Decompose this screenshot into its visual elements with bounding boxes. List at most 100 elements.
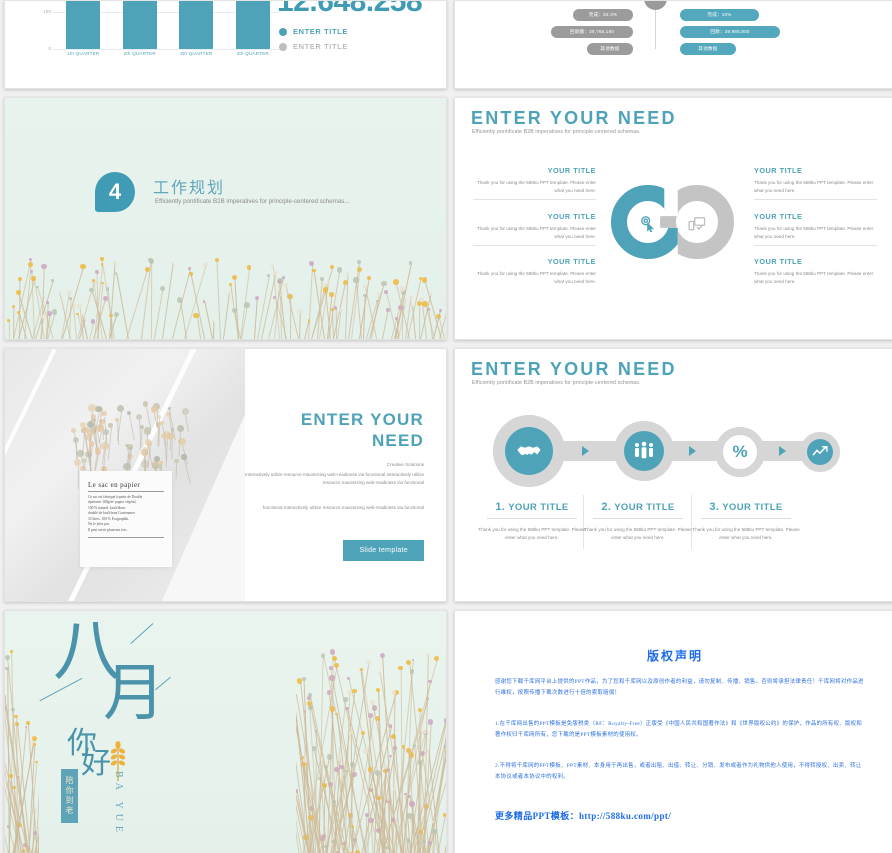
arrow-right-icon (582, 446, 589, 456)
feature-title: YOUR TITLE (547, 166, 596, 175)
column-number: 3. (709, 501, 720, 513)
slide-title: ENTER YOUR NEED (471, 108, 677, 128)
feature-title: YOUR TITLE (754, 212, 803, 221)
bag-line: Il peut servir plusieurs fois. (88, 527, 128, 532)
chart-bar (235, 1, 270, 49)
chart-bar (179, 1, 214, 49)
slide-thumbnail-gallery: 300 200 100 0 1th QUARTER 2th QUARTER 3t… (0, 0, 892, 853)
column-desc: Thank you for using the 588ku PPT templa… (692, 527, 800, 540)
flower-photo-strip (5, 257, 446, 339)
slide-thumbnail-section-cover[interactable]: 4 工作规划 Efficiently pontificate B2B imper… (4, 97, 447, 340)
chart-y-axis: 300 200 100 0 (31, 1, 53, 51)
feature-title: YOUR TITLE (547, 212, 596, 221)
slide-subtitle: Efficiently pontificate B2B imperatives … (472, 380, 641, 386)
paper-bag: Le sac en papier Ce sac est fabriqué à p… (80, 471, 172, 567)
arrow-right-icon (779, 446, 786, 456)
feature-block: YOUR TITLE Thank you for using the 588ku… (754, 212, 877, 247)
feature-desc: Thank you for using the 588ku PPT templa… (476, 180, 596, 193)
legend-label: ENTER TITLE (293, 27, 348, 36)
title-line-1: ENTER YOUR (300, 410, 424, 429)
chart-bar (66, 1, 101, 49)
legend-item[interactable]: ENTER TITLE (279, 42, 348, 51)
slide-thumbnail-chain-process[interactable]: ENTER YOUR NEED Efficiently pontificate … (454, 348, 892, 602)
pill-left[interactable]: 回款额：39,765,180 (551, 26, 633, 38)
feature-desc: Thank you for using the 588ku PPT templa… (476, 226, 596, 239)
section-number-badge: 4 (95, 172, 135, 212)
section-subtitle: Efficiently pontificate B2B imperatives … (155, 198, 350, 205)
chart-legend: ENTER TITLE ENTER TITLE (279, 27, 348, 57)
feature-desc: Thank you for using the 588ku PPT templa… (754, 271, 874, 284)
column-number: 2. (601, 501, 612, 513)
product-photo: Le sac en papier Ce sac est fabriqué à p… (5, 349, 245, 601)
pill-right[interactable] (680, 0, 796, 1)
devices-check-icon (682, 208, 712, 238)
slide-thumbnail-rings[interactable]: ENTER YOUR NEED Efficiently pontificate … (454, 97, 892, 340)
pill-right[interactable]: 完成：10% (680, 9, 759, 21)
char-yue: 月 (103, 660, 166, 728)
vertical-text: 陪你到老 (65, 776, 74, 816)
handshake-icon (505, 427, 553, 475)
feature-title: YOUR TITLE (547, 257, 596, 266)
body-text-2: functional Interactively utilize resourc… (262, 505, 424, 510)
section-title: 工作规划 (153, 180, 226, 197)
copyright-paragraph: 1.在千库网出售的PPT模板是免版税类（RF：Royalty-Free）正版受《… (495, 721, 863, 739)
legend-item[interactable]: ENTER TITLE (279, 27, 348, 36)
column-title: YOUR TITLE (508, 502, 569, 513)
wheat-icon (110, 741, 126, 781)
trend-chart-icon (807, 439, 833, 465)
body-text-1: Interactively utilize resource maximizin… (245, 472, 424, 485)
pill-left[interactable] (517, 0, 633, 1)
slide-thumbnail-copyright[interactable]: 版权声明 感谢您下载千库网平台上提供的PPT作品，为了您和千库网以及原创作者的利… (454, 610, 892, 853)
feature-desc: Thank you for using the 588ku PPT templa… (754, 226, 874, 239)
x-tick-label: 4th QUARTER (236, 51, 269, 56)
more-templates-link[interactable]: 更多精品PPT模板：http://588ku.com/ppt/ (495, 809, 671, 822)
section-number: 4 (108, 179, 122, 204)
feature-block: YOUR TITLE Thank you for using the 588ku… (754, 166, 877, 201)
legend-dot-icon (279, 42, 287, 51)
vertical-text-box: 陪你到老 (61, 769, 78, 823)
flower-edge-left (5, 611, 39, 853)
process-column: 3. YOUR TITLE Thank you for using the 58… (691, 501, 801, 542)
slide-thumbnail-timeline[interactable]: 完成：93.3% 回款额：39,765,180 其他数据 完成：10% 回款：3… (454, 0, 892, 89)
caption-text: Creative Solutions (386, 462, 424, 467)
feature-block: YOUR TITLE Thank you for using the 588ku… (754, 257, 877, 285)
percent-icon: % (723, 435, 757, 469)
slide-subtitle: Efficiently pontificate B2B imperatives … (472, 129, 641, 135)
team-people-icon (624, 431, 664, 471)
timeline-node (644, 1, 667, 10)
x-tick-label: 2th QUARTER (123, 51, 156, 56)
chart-bar (122, 1, 157, 49)
feature-title: YOUR TITLE (754, 257, 803, 266)
pill-right[interactable]: 其他数据 (680, 43, 736, 55)
process-column: 1. YOUR TITLE Thank you for using the 58… (477, 501, 587, 542)
y-tick-label: 100 (43, 9, 51, 14)
link-label: 更多精品PPT模板： (495, 811, 579, 821)
slide-template-button[interactable]: Slide template (343, 540, 424, 561)
slide-title: ENTER YOUR NEED (301, 409, 424, 452)
link-url: http://588ku.com/ppt/ (579, 811, 672, 821)
feature-block: YOUR TITLE Thank you for using the 588ku… (473, 257, 596, 285)
pill-left[interactable]: 完成：93.3% (573, 9, 633, 21)
process-column: 2. YOUR TITLE Thank you for using the 58… (583, 501, 693, 542)
dried-flowers (63, 397, 191, 497)
slide-thumbnail-august-cover[interactable]: 八 月 你 好 陪你到老 BA YUE (4, 610, 447, 853)
column-desc: Thank you for using the 588ku PPT templa… (584, 527, 692, 540)
slide-thumbnail-bar-chart[interactable]: 300 200 100 0 1th QUARTER 2th QUARTER 3t… (4, 0, 447, 89)
bag-title: Le sac en papier (88, 481, 141, 489)
paper-bag-label: Le sac en papier Ce sac est fabriqué à p… (88, 481, 164, 541)
pill-left[interactable]: 其他数据 (587, 43, 633, 55)
cursor-click-icon (633, 208, 663, 238)
slide-thumbnail-photo-template[interactable]: Le sac en papier Ce sac est fabriqué à p… (4, 348, 447, 602)
x-tick-label: 3th QUARTER (180, 51, 213, 56)
slide-title: ENTER YOUR NEED (471, 359, 677, 379)
feature-block: YOUR TITLE Thank you for using the 588ku… (473, 212, 596, 247)
title-line-2: NEED (371, 431, 424, 451)
chart-bars (55, 1, 281, 49)
pill-right[interactable]: 回款：39,985,800 (680, 26, 780, 38)
copyright-paragraph: 2.不得将千库网的PPT模板、PPT素材、本身用于再出售，或者出租、出借、转让、… (495, 763, 862, 781)
legend-label: ENTER TITLE (293, 42, 348, 51)
flower-edge-right (296, 611, 446, 853)
y-tick-label: 0 (48, 46, 51, 51)
legend-dot-icon (279, 27, 287, 36)
feature-title: YOUR TITLE (754, 166, 803, 175)
